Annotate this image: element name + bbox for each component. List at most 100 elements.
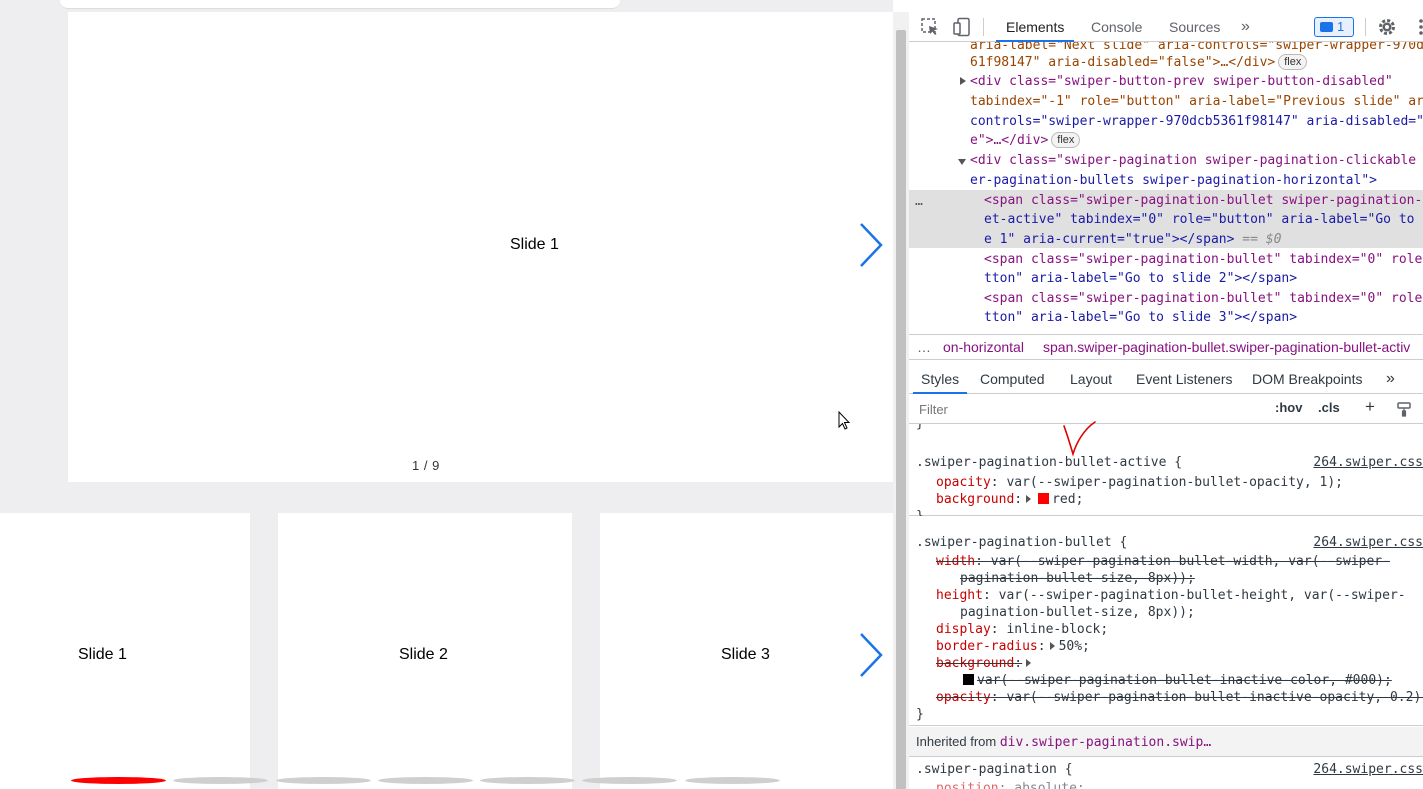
css-prop: height: [936, 588, 983, 603]
inspect-element-icon[interactable]: [920, 17, 940, 37]
breadcrumb-item-current[interactable]: span.swiper-pagination-bullet.swiper-pag…: [1037, 335, 1417, 359]
class-toggle[interactable]: .cls: [1318, 400, 1340, 415]
breadcrumb-item[interactable]: on-horizontal: [943, 335, 1024, 359]
collapse-triangle-icon[interactable]: [958, 158, 966, 166]
css-declaration-overridden[interactable]: background:: [936, 655, 1035, 672]
page-scrollbar[interactable]: [893, 12, 909, 789]
css-declaration[interactable]: opacity: var(--swiper-pagination-bullet-…: [936, 474, 1343, 491]
pagination-bullet-6[interactable]: [582, 777, 677, 784]
browser-top-strip: [60, 0, 620, 9]
dom-line-text: <span class="swiper-pagination-bullet" t…: [984, 252, 1423, 267]
color-swatch[interactable]: [1038, 493, 1050, 504]
css-declaration-overridden[interactable]: width: var(--swiper-pagination-bullet-wi…: [936, 553, 1390, 570]
new-style-rule-button[interactable]: +: [1365, 397, 1375, 417]
settings-gear-icon[interactable]: [1377, 17, 1397, 37]
rule-selector[interactable]: .swiper-pagination {: [916, 761, 1073, 778]
tab-styles[interactable]: Styles: [912, 364, 968, 394]
dom-line-text: e">…</div>: [970, 133, 1049, 148]
dom-line[interactable]: <span class="swiper-pagination-bullet" t…: [984, 250, 1422, 270]
thumb-slide-1[interactable]: Slide 1: [0, 513, 250, 789]
rule-selector[interactable]: .swiper-pagination-bullet-active {: [916, 454, 1182, 471]
pagination-bullet-7[interactable]: [685, 777, 780, 784]
dom-line[interactable]: <span class="swiper-pagination-bullet sw…: [984, 191, 1422, 211]
tab-computed[interactable]: Computed: [980, 364, 1045, 394]
rule-source-link[interactable]: 264.swiper.css: [1313, 761, 1423, 778]
css-rule-pagination: .swiper-pagination { 264.swiper.css posi…: [909, 758, 1423, 789]
devtools-toolbar: Elements Console Sources » 1: [909, 12, 1423, 42]
dom-tree: aria-label="Next slide" aria-controls="s…: [909, 42, 1423, 334]
tab-console[interactable]: Console: [1091, 12, 1142, 42]
rule-source-link[interactable]: 264.swiper.css: [1313, 534, 1423, 551]
flex-badge[interactable]: flex: [1051, 132, 1081, 148]
dom-line[interactable]: <span class="swiper-pagination-bullet" t…: [984, 289, 1422, 309]
dom-line[interactable]: 61f98147" aria-disabled="false">…</div> f…: [970, 53, 1308, 73]
css-declaration[interactable]: height: var(--swiper-pagination-bullet-h…: [936, 587, 1406, 604]
css-value: 50%;: [1058, 639, 1090, 654]
issues-count: 1: [1337, 19, 1345, 34]
inherited-element-link[interactable]: div.swiper-pagination.swip…: [1000, 735, 1211, 750]
dom-line[interactable]: tton" aria-label="Go to slide 2"></span>: [984, 269, 1297, 289]
dom-line[interactable]: er-pagination-bullets swiper-pagination-…: [970, 171, 1377, 191]
hover-state-toggle[interactable]: :hov: [1275, 400, 1302, 415]
pagination-bullet-4[interactable]: [378, 777, 473, 784]
expand-shorthand-icon[interactable]: [1049, 642, 1055, 650]
css-prop: opacity: [936, 690, 991, 705]
tab-sources[interactable]: Sources: [1169, 12, 1220, 42]
main-next-arrow-icon[interactable]: [857, 222, 885, 268]
css-declaration-inherited[interactable]: position: absolute;: [936, 780, 1085, 789]
pagination-bullet-1[interactable]: [71, 777, 166, 784]
css-declaration-overridden[interactable]: opacity: var(--swiper-pagination-bullet-…: [936, 689, 1423, 706]
dom-line-text: <div class="swiper-button-prev swiper-bu…: [970, 74, 1393, 89]
css-value: red;: [1052, 492, 1084, 507]
css-declaration[interactable]: background: red;: [936, 491, 1083, 508]
css-declaration[interactable]: display: inline-block;: [936, 621, 1108, 638]
dom-line[interactable]: tabindex="-1" role="button" aria-label="…: [970, 92, 1423, 112]
dom-line-text: <div class="swiper-pagination swiper-pag…: [970, 153, 1417, 168]
thumb-slide-3-label: Slide 3: [721, 646, 770, 663]
dom-line[interactable]: <div class="swiper-button-prev swiper-bu…: [970, 72, 1393, 92]
dom-line-text: e 1" aria-current="true"></span>: [984, 232, 1235, 247]
toolbar-divider: [1365, 18, 1366, 36]
paint-brush-icon[interactable]: [1396, 401, 1412, 417]
dom-line[interactable]: controls="swiper-wrapper-970dcb5361f9814…: [970, 112, 1423, 132]
color-swatch[interactable]: [963, 674, 974, 685]
page-scrollbar-thumb[interactable]: [896, 30, 906, 789]
pagination-bullet-3[interactable]: [276, 777, 371, 784]
expand-shorthand-icon[interactable]: [1026, 495, 1032, 503]
dom-line[interactable]: e 1" aria-current="true"></span> == $0: [984, 230, 1281, 250]
dom-line[interactable]: e">…</div> flex: [970, 131, 1081, 151]
dom-line[interactable]: et-active" tabindex="0" role="button" ar…: [984, 210, 1414, 230]
device-toolbar-icon[interactable]: [952, 17, 972, 37]
flex-badge[interactable]: flex: [1278, 54, 1308, 70]
breadcrumb-overflow[interactable]: …: [917, 335, 931, 359]
expand-triangle-icon[interactable]: [959, 77, 967, 85]
thumb-slide-2-label: Slide 2: [399, 646, 448, 663]
css-value: var(--swiper-pagination-bullet-height, v…: [998, 588, 1406, 603]
rule-selector[interactable]: .swiper-pagination-bullet {: [916, 534, 1127, 551]
tab-event-listeners[interactable]: Event Listeners: [1136, 364, 1233, 394]
more-tabs-chevron-icon[interactable]: »: [1241, 12, 1250, 42]
css-declaration[interactable]: border-radius: 50%;: [936, 638, 1090, 655]
kebab-menu-icon[interactable]: [1411, 17, 1423, 37]
dom-row-actions-dots[interactable]: …: [915, 192, 924, 212]
issues-button[interactable]: 1: [1314, 17, 1354, 37]
dom-line[interactable]: <div class="swiper-pagination swiper-pag…: [970, 151, 1416, 171]
more-subtabs-chevron-icon[interactable]: »: [1386, 364, 1395, 394]
thumb-slide-3[interactable]: Slide 3: [600, 513, 893, 789]
breadcrumb: … on-horizontal span.swiper-pagination-b…: [909, 334, 1423, 360]
expand-shorthand-icon[interactable]: [1026, 659, 1032, 667]
dom-line-text: aria-label="Next slide" aria-controls="s…: [970, 42, 1423, 53]
thumb-slide-2[interactable]: Slide 2: [278, 513, 572, 789]
pagination-bullet-5[interactable]: [480, 777, 575, 784]
tab-dom-breakpoints[interactable]: DOM Breakpoints: [1252, 364, 1362, 394]
css-prop: background: [936, 656, 1015, 671]
styles-filter-input[interactable]: [913, 398, 1263, 420]
rule-brace: }: [916, 707, 924, 722]
tab-elements[interactable]: Elements: [995, 12, 1075, 42]
pagination-bullet-2[interactable]: [173, 777, 268, 784]
tab-layout[interactable]: Layout: [1070, 364, 1112, 394]
selected-node-marker: == $0: [1234, 232, 1282, 247]
rule-source-link[interactable]: 264.swiper.css: [1313, 454, 1423, 471]
thumb-next-arrow-icon[interactable]: [857, 632, 885, 678]
dom-line[interactable]: tton" aria-label="Go to slide 3"></span>: [984, 308, 1297, 328]
